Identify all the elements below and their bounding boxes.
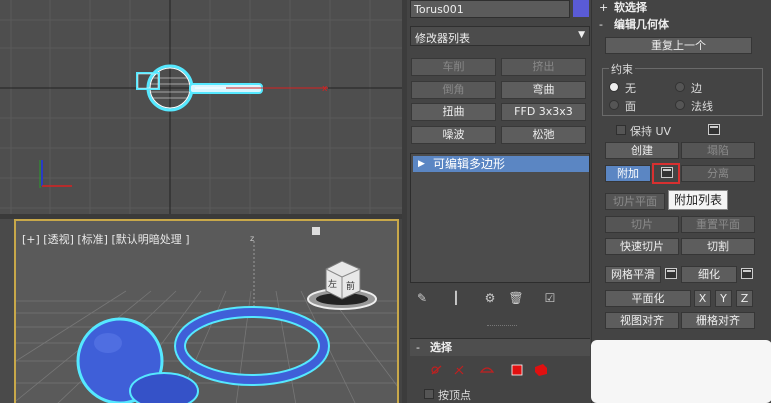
noise-button[interactable]: 噪波: [411, 126, 496, 144]
constraint-edge-radio[interactable]: [675, 82, 685, 92]
attach-list-tooltip: 附加列表: [668, 190, 728, 210]
by-vertex-checkbox[interactable]: [424, 389, 434, 399]
expand-triangle-icon[interactable]: ▶: [418, 156, 425, 172]
viewcube-left-label: 左: [328, 280, 338, 290]
object-color-swatch[interactable]: [573, 0, 589, 17]
stack-item-label: 可编辑多边形: [433, 157, 506, 171]
rollout-toggle-icon: -: [416, 341, 420, 354]
constraint-face-label: 面: [625, 100, 636, 113]
soft-selection-label: 软选择: [614, 1, 647, 14]
slice-plane-button[interactable]: 切片平面: [605, 193, 665, 210]
edit-geometry-label: 编辑几何体: [614, 18, 669, 31]
constraint-none-radio[interactable]: [609, 82, 619, 92]
object-name-field[interactable]: Torus001: [410, 0, 570, 18]
perspective-viewport[interactable]: z 左 前 [+] [透视] [标准] [默认明暗处理 ]: [14, 219, 399, 403]
selection-rollout-label: 选择: [430, 341, 452, 354]
svg-text:z: z: [250, 234, 254, 243]
preserve-uv-label: 保持 UV: [630, 125, 672, 138]
watermark-overlay: [591, 340, 771, 403]
planarize-button[interactable]: 平面化: [605, 290, 691, 307]
configure-sets-icon[interactable]: ☑: [542, 290, 558, 306]
soft-selection-header[interactable]: + 软选择: [592, 0, 771, 16]
preserve-uv-checkbox[interactable]: [616, 125, 626, 135]
home-icon[interactable]: [312, 227, 320, 235]
detach-button[interactable]: 分离: [681, 165, 755, 182]
cut-button[interactable]: 切割: [681, 238, 755, 255]
remove-modifier-icon[interactable]: 🗑: [508, 290, 524, 306]
quick-slice-button[interactable]: 快速切片: [605, 238, 679, 255]
constraint-edge-label: 边: [691, 82, 702, 95]
constraints-title: 约束: [609, 61, 635, 77]
by-vertex-label: 按顶点: [438, 389, 471, 402]
constraint-face-radio[interactable]: [609, 100, 619, 110]
slice-button[interactable]: 切片: [605, 216, 679, 233]
settings-icon[interactable]: [708, 124, 720, 135]
ffd-button[interactable]: FFD 3x3x3: [501, 103, 586, 121]
panel-grip[interactable]: [487, 325, 517, 329]
modifier-list-dropdown[interactable]: 修改器列表 ▼: [410, 26, 590, 46]
extrude-button[interactable]: 挤出: [501, 58, 586, 76]
tessellate-button[interactable]: 细化: [681, 266, 737, 283]
stack-toolbar: ✎ ┃ ⚙ 🗑 ☑: [410, 290, 590, 308]
constraints-group: 约束 无 边 面 法线: [602, 61, 763, 116]
edit-geometry-header[interactable]: - 编辑几何体: [592, 17, 771, 33]
selection-rollout-header[interactable]: - 选择: [410, 338, 590, 356]
constraint-normal-label: 法线: [691, 100, 713, 113]
modify-panel: Torus001 修改器列表 ▼ 车削 挤出 倒角 弯曲 扭曲 FFD 3x3x…: [407, 0, 591, 403]
lathe-button[interactable]: 车削: [411, 58, 496, 76]
twist-button[interactable]: 扭曲: [411, 103, 496, 121]
relax-button[interactable]: 松弛: [501, 126, 586, 144]
modifier-stack[interactable]: ▶ 可编辑多边形: [410, 153, 590, 283]
pin-stack-icon[interactable]: ✎: [414, 290, 430, 306]
make-unique-icon[interactable]: ⚙: [482, 290, 498, 306]
stack-item-editable-poly[interactable]: ▶ 可编辑多边形: [413, 156, 589, 172]
grid-align-button[interactable]: 栅格对齐: [681, 312, 755, 329]
viewport-label[interactable]: [+] [透视] [标准] [默认明暗处理 ]: [22, 231, 190, 247]
create-button[interactable]: 创建: [605, 142, 679, 159]
planarize-x-button[interactable]: X: [694, 290, 711, 307]
constraint-normal-radio[interactable]: [675, 100, 685, 110]
viewcube-front-label: 前: [346, 282, 356, 292]
modifier-list-label: 修改器列表: [415, 32, 470, 45]
rollout-toggle-icon: -: [599, 18, 603, 31]
bend-button[interactable]: 弯曲: [501, 81, 586, 99]
collapse-button[interactable]: 塌陷: [681, 142, 755, 159]
reset-plane-button[interactable]: 重置平面: [681, 216, 755, 233]
planarize-y-button[interactable]: Y: [715, 290, 732, 307]
constraint-none-label: 无: [625, 82, 636, 95]
dropdown-arrow-icon: ▼: [578, 30, 585, 40]
tessellate-settings-icon[interactable]: [741, 268, 753, 279]
view-align-button[interactable]: 视图对齐: [605, 312, 679, 329]
show-end-result-icon[interactable]: ┃: [448, 290, 464, 306]
repeat-last-button[interactable]: 重复上一个: [605, 37, 752, 54]
viewport-left-gap: [0, 219, 14, 403]
svg-text:x: x: [322, 84, 328, 94]
viewcube-icon[interactable]: 左 前: [306, 249, 378, 311]
top-viewport-canvas: x: [0, 0, 402, 214]
chamfer-button[interactable]: 倒角: [411, 81, 496, 99]
meshsmooth-button[interactable]: 网格平滑: [605, 266, 661, 283]
rollout-toggle-icon: +: [599, 1, 609, 14]
meshsmooth-settings-icon[interactable]: [665, 268, 677, 279]
cylinder-object: [129, 372, 199, 403]
planarize-z-button[interactable]: Z: [736, 290, 753, 307]
attach-button[interactable]: 附加: [605, 165, 651, 182]
top-viewport[interactable]: x: [0, 0, 402, 214]
attach-list-highlight: [652, 163, 680, 184]
axis-tripod-icon: [39, 160, 72, 188]
subobject-level-icons[interactable]: [427, 362, 567, 378]
